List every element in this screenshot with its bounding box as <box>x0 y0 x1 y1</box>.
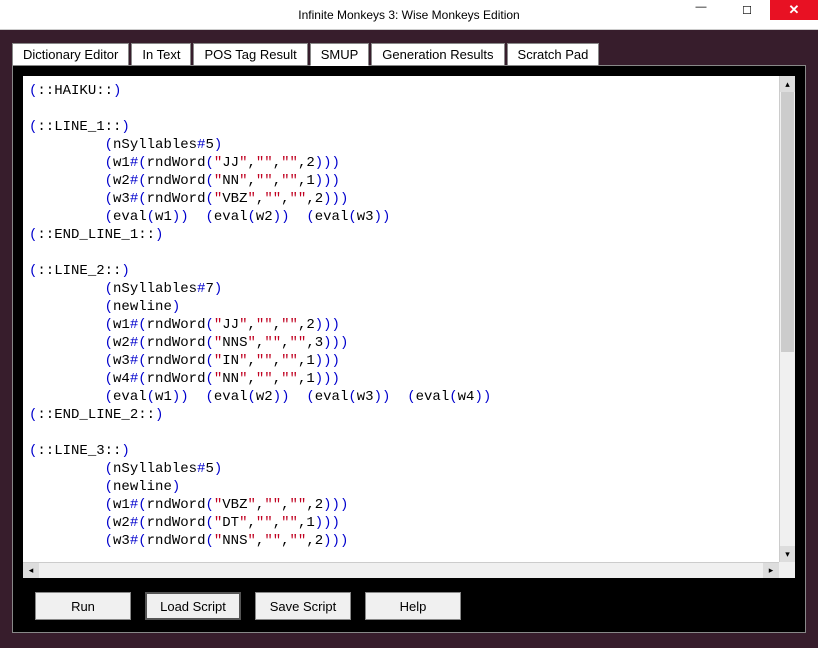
code-editor[interactable]: (::HAIKU::) (::LINE_1::) (nSyllables#5) … <box>23 76 779 562</box>
scroll-left-arrow-icon[interactable]: ◂ <box>23 563 39 578</box>
scroll-right-arrow-icon[interactable]: ▸ <box>763 563 779 578</box>
editor-wrap: (::HAIKU::) (::LINE_1::) (nSyllables#5) … <box>23 76 795 578</box>
maximize-button[interactable] <box>724 0 770 20</box>
tab-generation-results[interactable]: Generation Results <box>371 43 504 66</box>
tab-smup[interactable]: SMUP <box>310 43 370 66</box>
scroll-corner <box>779 562 795 578</box>
horizontal-scrollbar[interactable]: ◂ ▸ <box>23 562 779 578</box>
tab-in-text[interactable]: In Text <box>131 43 191 66</box>
minimize-button[interactable] <box>678 0 724 20</box>
save-script-button[interactable]: Save Script <box>255 592 351 620</box>
close-button[interactable] <box>770 0 818 20</box>
editor-panel: (::HAIKU::) (::LINE_1::) (nSyllables#5) … <box>12 65 806 633</box>
tab-scratch-pad[interactable]: Scratch Pad <box>507 43 600 66</box>
vertical-scrollbar[interactable]: ▴ ▾ <box>779 76 795 562</box>
scroll-down-arrow-icon[interactable]: ▾ <box>780 546 795 562</box>
help-button[interactable]: Help <box>365 592 461 620</box>
tab-dictionary-editor[interactable]: Dictionary Editor <box>12 43 129 66</box>
app-frame: Dictionary EditorIn TextPOS Tag ResultSM… <box>0 30 818 648</box>
title-bar: Infinite Monkeys 3: Wise Monkeys Edition <box>0 0 818 30</box>
run-button[interactable]: Run <box>35 592 131 620</box>
scroll-up-arrow-icon[interactable]: ▴ <box>780 76 795 92</box>
button-row: Run Load Script Save Script Help <box>23 578 795 620</box>
vertical-scroll-thumb[interactable] <box>781 92 794 352</box>
tab-pos-tag-result[interactable]: POS Tag Result <box>193 43 307 66</box>
window-controls <box>678 0 818 20</box>
tab-strip: Dictionary EditorIn TextPOS Tag ResultSM… <box>12 42 806 65</box>
load-script-button[interactable]: Load Script <box>145 592 241 620</box>
